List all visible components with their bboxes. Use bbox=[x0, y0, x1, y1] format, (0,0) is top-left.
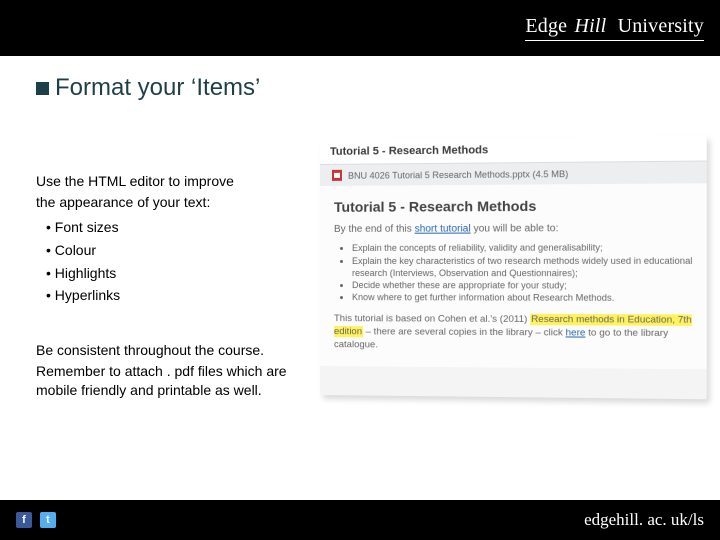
attachment-row[interactable]: BNU 4026 Tutorial 5 Research Methods.ppt… bbox=[320, 162, 707, 186]
list-item: Explain the concepts of reliability, val… bbox=[352, 242, 694, 255]
preview-paragraph: This tutorial is based on Cohen et al.'s… bbox=[334, 313, 694, 354]
left-column: Use the HTML editor to improve the appea… bbox=[36, 170, 301, 402]
brand-edge: Edge bbox=[525, 15, 567, 37]
intro-line-1: Use the HTML editor to improve bbox=[36, 172, 301, 191]
list-item: Hyperlinks bbox=[46, 284, 301, 307]
list-item: Know where to get further information ab… bbox=[352, 291, 694, 304]
twitter-icon[interactable]: t bbox=[40, 512, 56, 528]
list-item: Explain the key characteristics of two r… bbox=[352, 254, 694, 279]
list-item: Highlights bbox=[46, 262, 301, 285]
list-item: Font sizes bbox=[46, 216, 301, 239]
short-tutorial-link[interactable]: short tutorial bbox=[415, 223, 471, 234]
preview-header: Tutorial 5 - Research Methods bbox=[320, 136, 707, 165]
attachment-label: BNU 4026 Tutorial 5 Research Methods.ppt… bbox=[348, 168, 568, 180]
catalogue-link[interactable]: here bbox=[566, 327, 586, 338]
list-item: Colour bbox=[46, 239, 301, 262]
consistency-note: Be consistent throughout the course. bbox=[36, 341, 301, 360]
preview-body-heading: Tutorial 5 - Research Methods bbox=[334, 196, 694, 217]
slide-title: Format your ‘Items’ bbox=[36, 74, 260, 102]
format-bullet-list: Font sizes Colour Highlights Hyperlinks bbox=[36, 216, 301, 308]
title-text: Format your ‘Items’ bbox=[55, 74, 260, 101]
footer: f t edgehill. ac. uk/ls bbox=[0, 500, 720, 540]
facebook-icon[interactable]: f bbox=[16, 512, 32, 528]
social-icons: f t bbox=[16, 512, 56, 528]
preview-bullet-list: Explain the concepts of reliability, val… bbox=[334, 242, 694, 305]
attachment-note: Remember to attach . pdf files which are… bbox=[36, 362, 301, 400]
brand-univ: University bbox=[618, 15, 704, 37]
preview-body: Tutorial 5 - Research Methods By the end… bbox=[320, 183, 707, 369]
content-preview: Tutorial 5 - Research Methods BNU 4026 T… bbox=[320, 136, 707, 400]
list-item: Decide whether these are appropriate for… bbox=[352, 279, 694, 292]
brand-logo: Edge Hill University bbox=[525, 15, 704, 41]
topbar: Edge Hill University bbox=[0, 0, 720, 56]
footer-url: edgehill. ac. uk/ls bbox=[584, 510, 704, 530]
brand-hill: Hill bbox=[574, 15, 606, 37]
title-bullet-icon bbox=[36, 82, 49, 95]
intro-line-2: the appearance of your text: bbox=[36, 193, 301, 212]
file-icon bbox=[332, 170, 342, 181]
preview-lead: By the end of this short tutorial you wi… bbox=[334, 221, 694, 236]
